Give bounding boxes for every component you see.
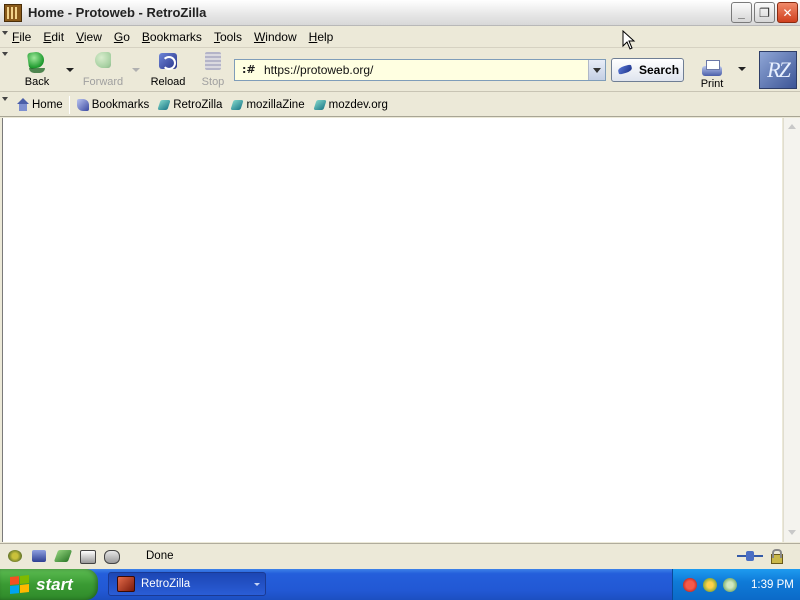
throbber-logo[interactable]: RZ <box>759 51 797 89</box>
bookmarks-icon <box>76 98 90 112</box>
restore-button[interactable]: ❐ <box>754 2 775 23</box>
personal-toolbar: Home Bookmarks RetroZilla mozillaZine mo… <box>0 93 800 117</box>
forward-label: Forward <box>82 75 124 88</box>
toolbar-grip[interactable] <box>0 93 8 116</box>
scroll-up-button[interactable] <box>784 119 800 135</box>
print-label: Print <box>700 78 724 90</box>
toolbar-grip[interactable] <box>0 27 8 47</box>
home-icon <box>16 97 30 112</box>
status-bar: Done <box>0 543 800 568</box>
menu-bookmarks[interactable]: Bookmarks <box>136 27 208 48</box>
reload-label: Reload <box>150 75 186 88</box>
security-shield-icon[interactable] <box>683 577 697 592</box>
taskbar-item-label: RetroZilla <box>141 578 191 590</box>
retrozilla-icon[interactable] <box>4 3 22 22</box>
start-button[interactable]: start <box>0 569 98 600</box>
personal-home-label: Home <box>32 98 63 111</box>
bookmark-page-icon <box>313 98 327 112</box>
window-controls: _ ❐ ✕ <box>731 2 798 23</box>
page-content[interactable] <box>2 118 782 542</box>
volume-icon[interactable] <box>723 577 737 592</box>
menu-bar: File Edit View Go Bookmarks Tools Window… <box>0 27 800 48</box>
menu-help[interactable]: Help <box>303 27 340 48</box>
url-history-dropdown[interactable] <box>588 60 605 80</box>
back-button[interactable]: Back <box>12 49 62 91</box>
back-history-dropdown[interactable] <box>62 49 76 91</box>
url-input[interactable]: https://protoweb.org/ <box>264 63 588 77</box>
bookmark-label: mozillaZine <box>246 98 305 111</box>
print-button[interactable]: Print <box>697 52 727 90</box>
start-label: start <box>36 574 73 594</box>
close-button[interactable]: ✕ <box>777 2 798 23</box>
reload-icon <box>156 52 180 74</box>
mail-icon[interactable] <box>30 548 48 564</box>
menu-tools[interactable]: Tools <box>208 27 248 48</box>
stop-button[interactable]: Stop <box>192 49 234 91</box>
personal-bookmarks-label: Bookmarks <box>91 98 150 111</box>
vertical-scrollbar[interactable] <box>783 118 800 542</box>
chevron-down-icon <box>254 583 260 586</box>
page-proxy-icon[interactable]: :# <box>242 63 256 77</box>
bookmark-mozillazine[interactable]: mozillaZine <box>226 94 308 116</box>
search-label: Search <box>639 63 680 77</box>
bookmark-mozdev[interactable]: mozdev.org <box>309 94 392 116</box>
printer-icon <box>701 60 723 78</box>
system-tray: 1:39 PM <box>672 569 800 600</box>
taskbar-item-retrozilla[interactable]: RetroZilla <box>108 572 266 596</box>
address-book-icon[interactable] <box>78 548 96 564</box>
reload-button[interactable]: Reload <box>144 49 192 91</box>
bookmark-page-icon <box>230 98 244 112</box>
forward-button[interactable]: Forward <box>78 49 128 91</box>
stop-label: Stop <box>201 75 225 88</box>
forward-history-dropdown[interactable] <box>128 49 142 91</box>
network-icon[interactable] <box>703 577 717 592</box>
online-status-icon[interactable] <box>737 550 763 562</box>
composer-icon[interactable] <box>54 548 72 564</box>
personal-home-button[interactable]: Home <box>12 94 67 116</box>
minimize-button[interactable]: _ <box>731 2 752 23</box>
toolbar-separator <box>68 95 70 114</box>
window-title: Home - Protoweb - RetroZilla <box>28 5 207 20</box>
retrozilla-icon <box>117 576 135 592</box>
menu-view[interactable]: View <box>70 27 108 48</box>
stop-icon <box>201 51 225 74</box>
search-icon <box>616 63 636 77</box>
clock[interactable]: 1:39 PM <box>751 579 794 591</box>
personal-bookmarks-button[interactable]: Bookmarks <box>72 94 154 116</box>
taskbar: start RetroZilla 1:39 PM <box>0 569 800 600</box>
back-label: Back <box>24 75 50 88</box>
menu-edit[interactable]: Edit <box>37 27 70 48</box>
menu-file[interactable]: File <box>6 27 37 48</box>
menu-window[interactable]: Window <box>248 27 303 48</box>
bookmark-label: RetroZilla <box>173 98 223 111</box>
back-arrow-icon <box>25 52 49 74</box>
title-bar[interactable]: Home - Protoweb - RetroZilla _ ❐ ✕ <box>0 0 800 26</box>
scroll-down-button[interactable] <box>784 525 800 541</box>
status-text: Done <box>146 550 174 562</box>
bookmark-label: mozdev.org <box>328 98 388 111</box>
print-dropdown[interactable] <box>735 48 749 90</box>
search-button[interactable]: Search <box>611 58 684 82</box>
menu-go[interactable]: Go <box>108 27 136 48</box>
bookmark-page-icon <box>157 98 171 112</box>
chat-icon[interactable] <box>102 548 120 564</box>
toolbar-grip[interactable] <box>0 48 8 91</box>
navigator-icon[interactable] <box>6 548 24 564</box>
url-bar[interactable]: :# https://protoweb.org/ <box>234 59 606 81</box>
bookmark-retrozilla[interactable]: RetroZilla <box>153 94 226 116</box>
windows-logo-icon <box>10 574 30 594</box>
forward-arrow-icon <box>91 51 115 74</box>
security-lock-icon[interactable] <box>770 549 783 564</box>
